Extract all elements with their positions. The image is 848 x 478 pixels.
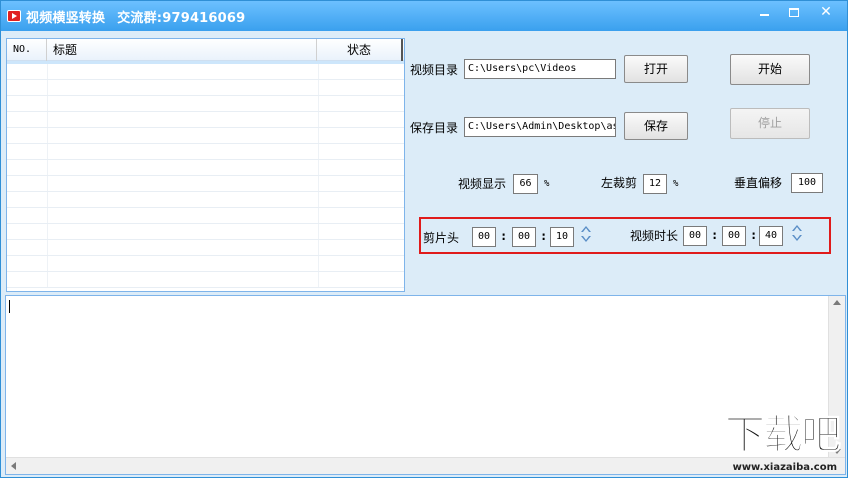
- main-window: 视频横竖转换 交流群:979416069 ✕ NO. 标题 状态 视频目录 C:…: [0, 0, 848, 478]
- trim-minutes-input[interactable]: 00: [512, 227, 536, 247]
- list-item[interactable]: [7, 80, 404, 96]
- window-controls: ✕: [749, 1, 843, 23]
- column-header-status[interactable]: 状态: [317, 39, 403, 61]
- list-item[interactable]: [7, 96, 404, 112]
- watermark-logo: 下载吧 www.xiazaiba.com: [709, 411, 845, 474]
- save-button[interactable]: 保存: [624, 112, 688, 140]
- minimize-icon: [759, 14, 769, 16]
- list-item[interactable]: [7, 160, 404, 176]
- close-button[interactable]: ✕: [809, 1, 843, 23]
- column-header-no[interactable]: NO.: [7, 39, 47, 61]
- list-item[interactable]: [7, 192, 404, 208]
- duration-minutes-input[interactable]: 00: [722, 226, 746, 246]
- open-button[interactable]: 打开: [624, 55, 688, 83]
- trim-head-label: 剪片头: [423, 231, 460, 245]
- window-title: 视频横竖转换: [26, 10, 106, 26]
- minimize-button[interactable]: [749, 1, 779, 23]
- video-display-percent: %: [544, 179, 550, 189]
- maximize-icon: [789, 7, 799, 17]
- spin-down-icon[interactable]: [792, 235, 802, 241]
- vertical-offset-label: 垂直偏移: [734, 176, 783, 190]
- list-item[interactable]: [7, 64, 404, 80]
- spin-up-icon[interactable]: [581, 226, 591, 232]
- trim-seconds-input[interactable]: 10: [550, 227, 574, 247]
- list-item[interactable]: [7, 224, 404, 240]
- window-subtitle: 交流群:979416069: [117, 10, 246, 26]
- scroll-up-icon[interactable]: [833, 300, 841, 305]
- duration-seconds-spinner[interactable]: [790, 223, 804, 245]
- duration-hours-input[interactable]: 00: [683, 226, 707, 246]
- scroll-left-icon[interactable]: [11, 462, 16, 470]
- column-header-title[interactable]: 标题: [47, 39, 317, 61]
- file-list-header: NO. 标题 状态: [7, 39, 404, 61]
- trim-seconds-spinner[interactable]: [579, 224, 593, 246]
- left-crop-label: 左裁剪: [601, 176, 638, 190]
- video-dir-label: 视频目录: [410, 63, 459, 77]
- title-bar[interactable]: 视频横竖转换 交流群:979416069 ✕: [1, 1, 847, 31]
- spin-down-icon[interactable]: [581, 236, 591, 242]
- app-video-icon: [7, 10, 21, 22]
- list-item[interactable]: [7, 176, 404, 192]
- duration-seconds-input[interactable]: 40: [759, 226, 783, 246]
- start-button[interactable]: 开始: [730, 54, 810, 85]
- list-item[interactable]: [7, 208, 404, 224]
- list-item[interactable]: [7, 240, 404, 256]
- video-dir-input[interactable]: C:\Users\pc\Videos: [464, 59, 616, 79]
- spin-up-icon[interactable]: [792, 225, 802, 231]
- file-list[interactable]: NO. 标题 状态: [6, 38, 405, 292]
- video-display-input[interactable]: 66: [513, 174, 538, 194]
- trim-colon-2: :: [540, 229, 548, 243]
- list-item[interactable]: [7, 144, 404, 160]
- list-item[interactable]: [7, 272, 404, 288]
- list-item[interactable]: [7, 112, 404, 128]
- trim-hours-input[interactable]: 00: [472, 227, 496, 247]
- duration-label: 视频时长: [630, 229, 679, 243]
- maximize-button[interactable]: [779, 1, 809, 23]
- text-caret: [9, 300, 10, 313]
- list-item[interactable]: [7, 256, 404, 272]
- save-dir-label: 保存目录: [410, 121, 459, 135]
- file-list-rows[interactable]: [7, 64, 404, 288]
- stop-button[interactable]: 停止: [730, 108, 810, 139]
- duration-colon-1: :: [711, 228, 719, 242]
- left-crop-percent: %: [673, 179, 679, 189]
- vertical-offset-input[interactable]: 100: [791, 173, 823, 193]
- save-dir-input[interactable]: C:\Users\Admin\Desktop\as: [464, 117, 616, 137]
- trim-colon-1: :: [500, 229, 508, 243]
- video-display-label: 视频显示: [458, 177, 507, 191]
- left-crop-input[interactable]: 12: [643, 174, 667, 194]
- watermark-url: www.xiazaiba.com: [732, 462, 837, 473]
- close-icon: ✕: [820, 4, 832, 20]
- watermark-text: 下载吧: [725, 412, 842, 459]
- list-item[interactable]: [7, 128, 404, 144]
- duration-colon-2: :: [750, 228, 758, 242]
